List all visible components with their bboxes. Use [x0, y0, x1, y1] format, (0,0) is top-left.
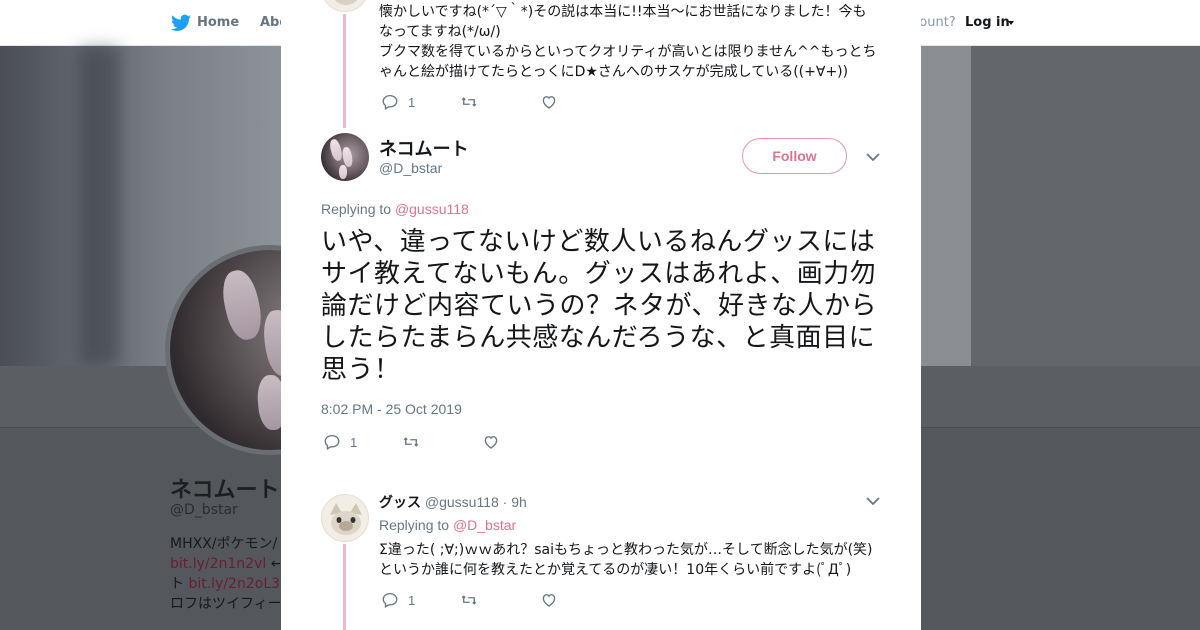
- reply-button[interactable]: 1: [381, 92, 415, 112]
- chevron-down-icon[interactable]: [865, 149, 881, 165]
- reply-count: 1: [408, 592, 416, 608]
- avatar[interactable]: [321, 133, 369, 181]
- like-icon: [542, 594, 556, 607]
- tweet-timestamp[interactable]: 8:02 PM - 25 Oct 2019: [321, 401, 462, 417]
- author-handle[interactable]: @D_bstar: [379, 160, 442, 176]
- login-caret-icon[interactable]: [1008, 21, 1014, 25]
- separator: ·: [502, 494, 508, 510]
- replying-to: Replying to @D_bstar: [379, 517, 516, 533]
- like-icon: [542, 96, 556, 109]
- reply-count: 1: [350, 434, 358, 450]
- retweet-icon: [403, 437, 419, 447]
- avatar[interactable]: [321, 494, 369, 542]
- reply-count: 1: [408, 94, 416, 110]
- mention-link[interactable]: @D_bstar: [453, 517, 516, 533]
- tweet-actions: 1: [323, 432, 523, 452]
- retweet-icon: [461, 595, 477, 605]
- replying-to: Replying to @gussu118: [321, 201, 469, 217]
- nav-login-link[interactable]: Log in: [965, 15, 1010, 30]
- like-button[interactable]: [540, 590, 558, 610]
- author-name[interactable]: ネコムート: [379, 135, 469, 161]
- tweet-time[interactable]: 9h: [511, 494, 527, 510]
- reply-icon: [382, 592, 398, 608]
- like-button[interactable]: [540, 92, 558, 112]
- nav-home-link[interactable]: Home: [197, 15, 239, 30]
- chevron-down-icon[interactable]: [865, 493, 881, 509]
- close-icon[interactable]: [1155, 13, 1177, 35]
- profile-bio: MHXX/ポケモン/ bit.ly/2n1n2vl ←カ ト bit.ly/2n…: [170, 534, 280, 614]
- twitter-bird-icon[interactable]: [171, 14, 191, 32]
- bio-link[interactable]: bit.ly/2n2oL3S: [188, 576, 280, 592]
- reply-icon: [324, 434, 340, 450]
- retweet-button[interactable]: [460, 590, 478, 610]
- replying-prefix: Replying to: [321, 201, 395, 217]
- reply-button[interactable]: 1: [381, 590, 415, 610]
- bio-line: MHXX/ポケモン/: [170, 536, 278, 552]
- tweet-text: いや、違ってないけど数人いるねんグッスにはサイ教えてないもん。グッスはあれよ、画…: [321, 227, 877, 385]
- like-button[interactable]: [482, 432, 500, 452]
- mention-link[interactable]: @gussu118: [395, 201, 469, 217]
- reply-author: グッス @gussu118 · 9h: [379, 492, 527, 512]
- follow-button[interactable]: Follow: [742, 138, 847, 174]
- tweet-actions: 1: [381, 92, 581, 112]
- reply-icon: [382, 94, 398, 110]
- avatar[interactable]: [321, 0, 369, 12]
- thread-line: [343, 14, 346, 128]
- tweet-text: 懐かしいですね(*´▽｀*)その説は本当に!!本当～にお世話になりました！今もな…: [379, 4, 877, 80]
- like-icon: [484, 436, 498, 449]
- tweet-modal: 懐かしいですね(*´▽｀*)その説は本当に!!本当～にお世話になりました！今もな…: [281, 0, 921, 630]
- thread-line: [343, 544, 346, 630]
- retweet-icon: [461, 97, 477, 107]
- tweet-actions: 1: [381, 590, 581, 610]
- bio-line: ロフはツイフィー: [170, 596, 280, 612]
- replying-prefix: Replying to: [379, 517, 453, 533]
- bio-link[interactable]: bit.ly/2n1n2vl: [170, 556, 266, 572]
- author-handle[interactable]: @gussu118: [425, 494, 499, 510]
- tweet-text: Σ違った( ;∀;)ｗｗあれ？saiもちょっと教わった気が…そして断念した気が(…: [379, 542, 873, 578]
- reply-button[interactable]: 1: [323, 432, 357, 452]
- profile-handle: @D_bstar: [170, 502, 238, 518]
- retweet-button[interactable]: [460, 92, 478, 112]
- profile-name: ネコムート: [170, 478, 280, 503]
- author-name[interactable]: グッス: [379, 494, 421, 510]
- retweet-button[interactable]: [402, 432, 420, 452]
- bio-text: ト: [170, 576, 189, 592]
- bio-text: ←カ: [270, 556, 280, 572]
